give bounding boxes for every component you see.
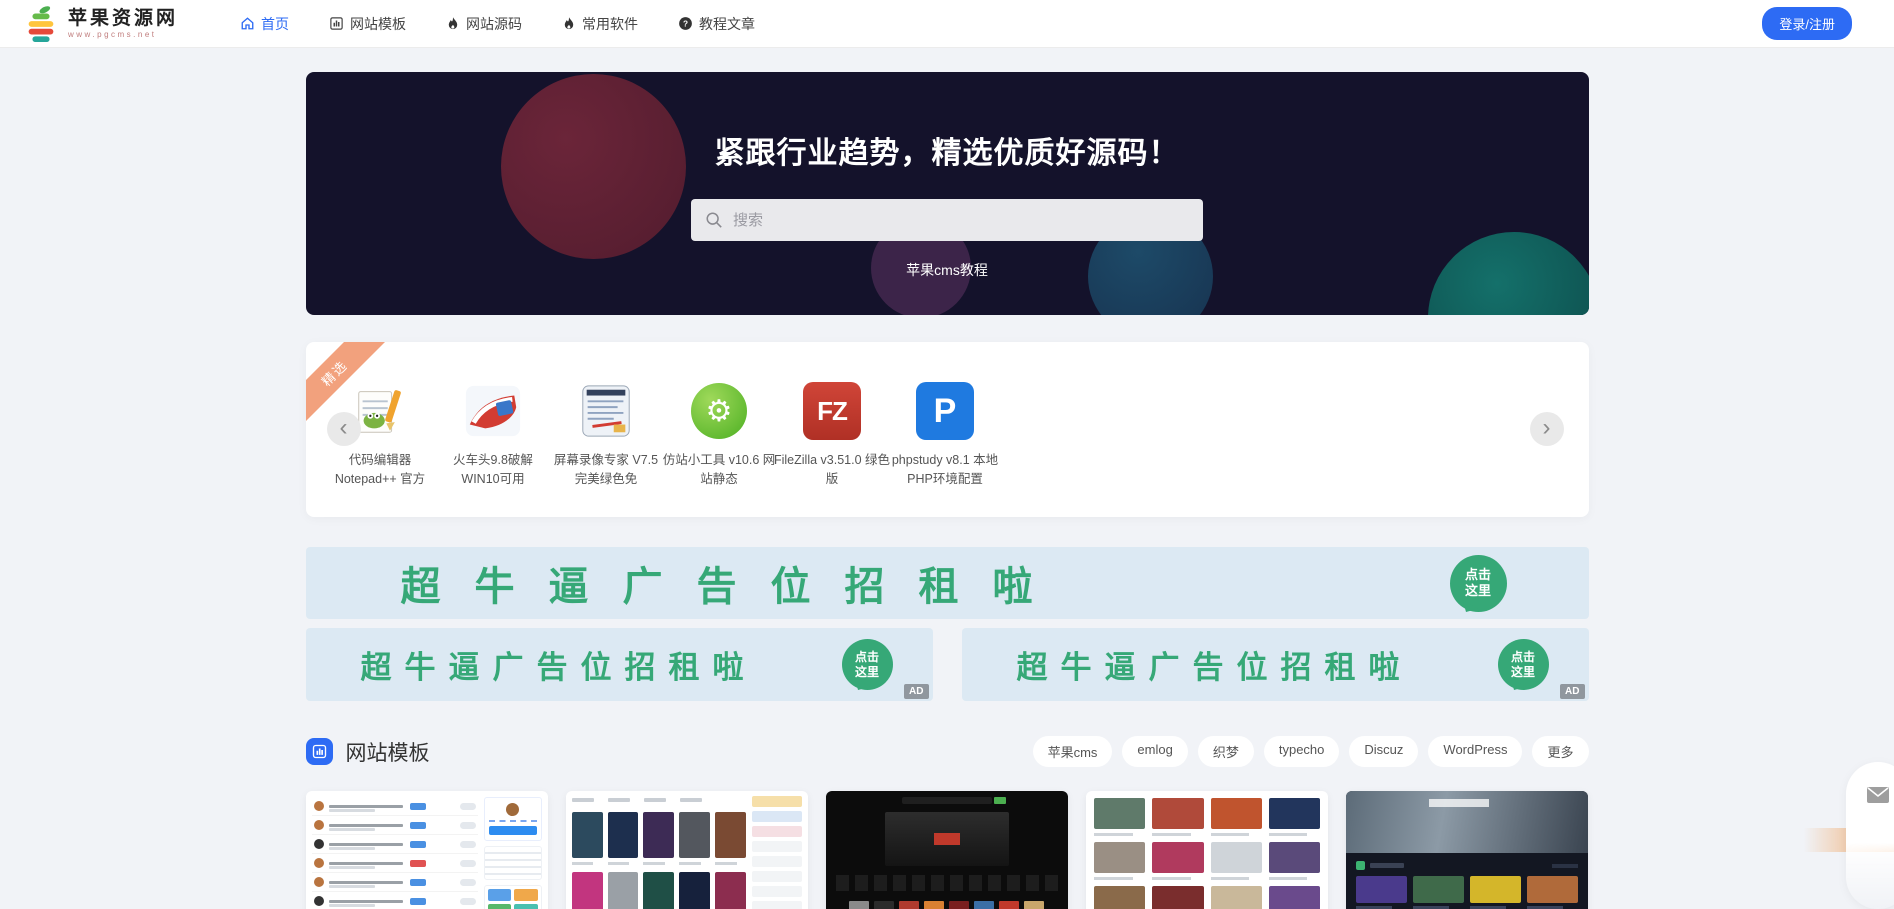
train-icon [463,382,523,440]
template-card-dark-navy-movie[interactable] [1346,791,1588,909]
floating-widget-area [1814,762,1894,909]
ad-banner-large[interactable]: 超牛逼广告位招租啦 点击 这里 [306,547,1589,619]
tag-zhimeng[interactable]: 织梦 [1198,736,1254,767]
apple-logo-icon [22,5,60,43]
mail-icon [1866,786,1890,804]
section-title: 网站模板 [346,737,430,767]
ad-banner-small-left[interactable]: 超牛逼广告位招租啦 点击 这里 AD [306,628,933,701]
template-card-landscape-grid[interactable] [1086,791,1328,909]
carousel-next-button[interactable]: › [1530,412,1564,446]
template-grid-icon [329,16,344,31]
ad-badge: AD [1560,684,1584,699]
featured-software-carousel: 精选 代码编辑器 Notepad++ 官方 [306,342,1589,517]
svg-text:?: ? [683,20,688,29]
software-item-screen-recorder[interactable]: 屏幕录像专家 V7.5 完美绿色免 [550,380,663,490]
tag-more[interactable]: 更多 [1532,736,1588,767]
click-here-bubble: 点击 这里 [1498,639,1549,690]
section-chart-icon [306,738,333,765]
fire-icon [562,16,576,31]
main-nav: 首页 网站模板 网站源码 常用软件 ? [240,14,755,34]
floating-mail-widget[interactable] [1846,762,1894,909]
search-input[interactable] [733,212,1189,229]
decor-circle-teal [1428,232,1589,315]
nav-item-articles[interactable]: ? 教程文章 [678,14,755,34]
ad-text: 超牛逼广告位招租啦 [361,642,757,687]
fire-icon [446,16,460,31]
carousel-prev-button[interactable]: ‹ [327,412,361,446]
nav-item-home[interactable]: 首页 [240,14,289,34]
login-register-button[interactable]: 登录/注册 [1762,7,1852,40]
search-box [691,199,1203,241]
home-icon [240,16,255,31]
hero-banner: 紧跟行业趋势，精选优质好源码！ 苹果cms教程 [306,72,1589,315]
tag-applecms[interactable]: 苹果cms [1033,736,1113,767]
hero-title: 紧跟行业趋势，精选优质好源码！ [715,128,1180,172]
filezilla-icon: FZ [803,382,861,440]
nav-item-source[interactable]: 网站源码 [446,14,522,34]
template-card-movie-posters[interactable] [566,791,808,909]
nav-item-templates[interactable]: 网站模板 [329,14,406,34]
screen-recorder-icon [578,382,634,440]
tag-wordpress[interactable]: WordPress [1428,736,1522,767]
phpstudy-icon: P [916,382,974,440]
logo-title: 苹果资源网 [68,9,178,28]
cms-tutorial-link[interactable]: 苹果cms教程 [906,260,988,280]
header: 苹果资源网 www.pgcms.net 首页 网站模板 网站源码 [0,0,1894,48]
software-item-locomotive[interactable]: 火车头9.8破解 WIN10可用 [437,380,550,490]
featured-items: 代码编辑器 Notepad++ 官方 火车头9.8破解 WIN10可用 [306,342,1589,490]
software-item-site-clone-tool[interactable]: ⚙ 仿站小工具 v10.6 网站静态 [663,380,776,490]
search-icon [705,211,723,229]
software-item-phpstudy[interactable]: P phpstudy v8.1 本地PHP环境配置 [889,380,1002,490]
tag-discuz[interactable]: Discuz [1349,736,1418,767]
template-filter-tags: 苹果cms emlog 织梦 typecho Discuz WordPress … [1033,736,1589,767]
nav-item-software[interactable]: 常用软件 [562,14,638,34]
ad-text: 超牛逼广告位招租啦 [401,554,1067,612]
click-here-bubble: 点击 这里 [842,639,893,690]
decor-circle-maroon [501,74,686,259]
ad-text: 超牛逼广告位招租啦 [1017,642,1413,687]
template-card-dark-movie[interactable] [826,791,1068,909]
site-logo[interactable]: 苹果资源网 www.pgcms.net [22,5,178,43]
question-circle-icon: ? [678,16,693,31]
tag-emlog[interactable]: emlog [1122,736,1187,767]
templates-section-header: 网站模板 苹果cms emlog 织梦 typecho Discuz WordP… [306,736,1589,767]
click-here-bubble: 点击 这里 [1450,555,1507,612]
ad-badge: AD [904,684,928,699]
template-card-forum[interactable] [306,791,548,909]
template-cards-row [306,791,1589,909]
tag-typecho[interactable]: typecho [1264,736,1340,767]
logo-subtitle: www.pgcms.net [68,31,178,39]
software-item-filezilla[interactable]: FZ FileZilla v3.51.0 绿色版 [776,380,889,490]
ad-banner-small-right[interactable]: 超牛逼广告位招租啦 点击 这里 AD [962,628,1589,701]
gear-ball-icon: ⚙ [691,383,747,439]
